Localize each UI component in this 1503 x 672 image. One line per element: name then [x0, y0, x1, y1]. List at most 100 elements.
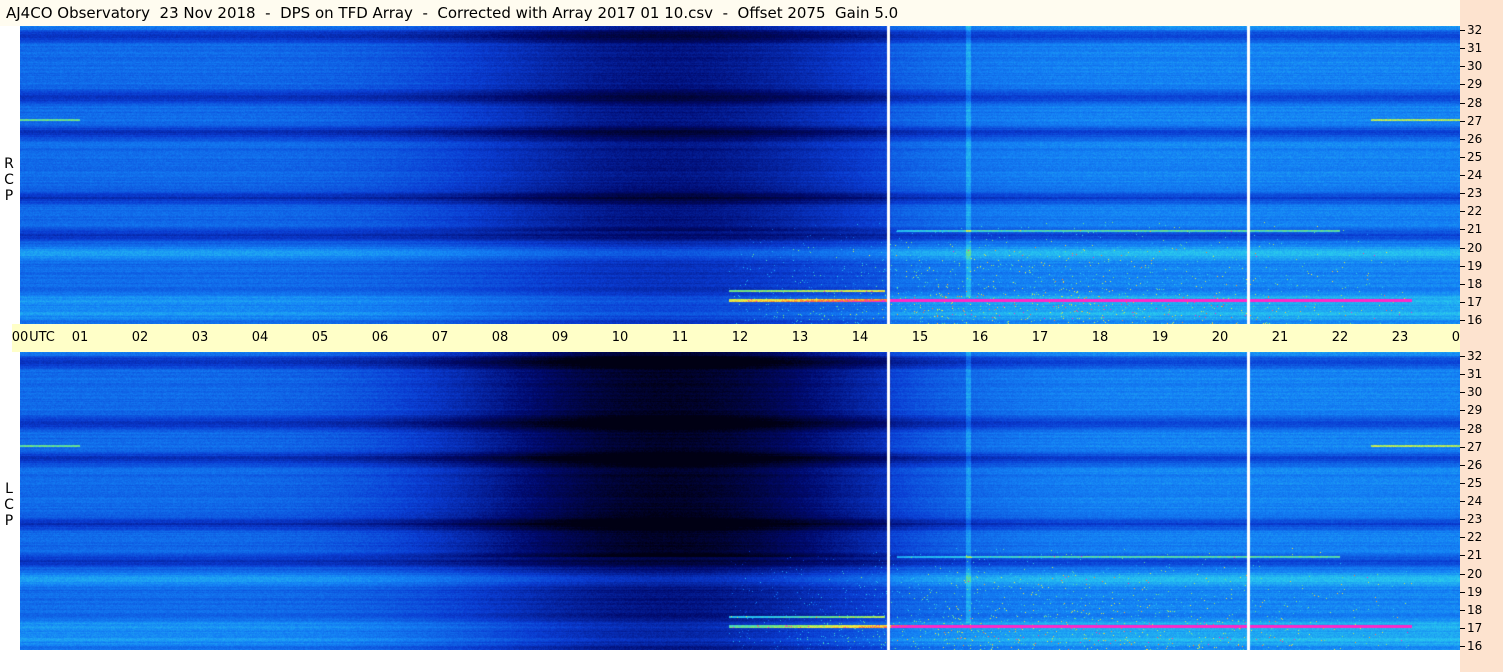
frequency-tick-label: 29 [1467, 77, 1483, 92]
frequency-tick-label: 18 [1467, 602, 1483, 617]
frequency-tick [1460, 283, 1465, 285]
frequency-tick-label: 21 [1467, 548, 1483, 563]
frequency-tick-label: 27 [1467, 113, 1483, 128]
frequency-tick [1460, 519, 1465, 521]
lcp-label: L C P [4, 481, 14, 529]
time-tick-label: 07 [431, 330, 449, 345]
time-tick-label: 18 [1091, 330, 1109, 345]
time-tick-label: 17 [1031, 330, 1049, 345]
time-tick-label: 23 [1391, 330, 1409, 345]
frequency-tick [1460, 591, 1465, 593]
time-tick-label: 11 [671, 330, 689, 345]
frequency-tick-label: 17 [1467, 620, 1483, 635]
time-tick-label: 00 [11, 330, 29, 345]
frequency-tick [1460, 156, 1465, 158]
frequency-tick-label: 25 [1467, 475, 1483, 490]
time-tick-label: 21 [1271, 330, 1289, 345]
frequency-tick-label: 18 [1467, 276, 1483, 291]
frequency-tick [1460, 646, 1465, 647]
time-tick-label: 04 [251, 330, 269, 345]
frequency-tick [1460, 464, 1465, 466]
lcp-frequency-axis: 16 17 18 19 20 21 22 23 24 25 26 27 28 29 30 31 32 [1460, 349, 1503, 653]
rcp-spectrogram [20, 26, 1460, 324]
time-tick-label: 20 [1211, 330, 1229, 345]
frequency-tick-label: 23 [1467, 186, 1483, 201]
frequency-tick-label: 24 [1467, 494, 1483, 508]
rcp-label: R C P [4, 156, 14, 204]
time-tick-label: 15 [911, 330, 929, 345]
frequency-tick-label: 26 [1467, 131, 1483, 146]
time-tick-label: 10 [611, 330, 629, 345]
time-tick-label: 22 [1331, 330, 1349, 345]
frequency-tick-label: 31 [1467, 367, 1483, 382]
frequency-tick-label: 30 [1467, 385, 1483, 400]
bottom-margin [0, 650, 1460, 672]
frequency-tick [1460, 175, 1465, 176]
frequency-tick-label: 28 [1467, 421, 1483, 436]
frequency-tick [1460, 138, 1465, 140]
time-tick-label: 02 [131, 330, 149, 345]
time-tick-label: UTC [29, 330, 55, 345]
rcp-frequency-axis: 16 17 18 19 20 21 22 23 24 25 26 27 28 29 30 31 32 [1460, 23, 1503, 327]
time-tick-label: 19 [1151, 330, 1169, 345]
frequency-tick [1460, 102, 1465, 104]
frequency-tick [1460, 247, 1465, 249]
frequency-tick-label: 20 [1467, 240, 1483, 255]
frequency-tick [1460, 410, 1465, 412]
frequency-tick [1460, 356, 1465, 357]
frequency-tick-label: 17 [1467, 294, 1483, 309]
frequency-tick-label: 22 [1467, 530, 1483, 545]
frequency-tick [1460, 627, 1465, 629]
frequency-tick-label: 28 [1467, 95, 1483, 110]
frequency-tick [1460, 573, 1465, 575]
frequency-tick [1460, 501, 1465, 502]
chart-title: AJ4CO Observatory 23 Nov 2018 - DPS on T… [6, 4, 899, 22]
frequency-tick-label: 23 [1467, 512, 1483, 527]
frequency-tick-label: 32 [1467, 23, 1483, 37]
frequency-tick [1460, 193, 1465, 195]
frequency-tick-label: 16 [1467, 639, 1483, 653]
frequency-tick [1460, 211, 1465, 213]
frequency-tick [1460, 428, 1465, 430]
frequency-tick [1460, 392, 1465, 394]
frequency-tick-label: 19 [1467, 584, 1483, 599]
frequency-tick [1460, 555, 1465, 557]
frequency-tick-label: 19 [1467, 258, 1483, 273]
time-tick-label: 06 [371, 330, 389, 345]
time-tick-label: 03 [191, 330, 209, 345]
frequency-tick [1460, 48, 1465, 50]
frequency-tick [1460, 320, 1465, 321]
frequency-tick-label: 26 [1467, 457, 1483, 472]
time-tick-label: 13 [791, 330, 809, 345]
frequency-tick [1460, 537, 1465, 539]
time-tick-label: 09 [551, 330, 569, 345]
title-bar: AJ4CO Observatory 23 Nov 2018 - DPS on T… [0, 0, 1460, 26]
frequency-tick-label: 22 [1467, 204, 1483, 219]
frequency-tick [1460, 374, 1465, 376]
time-tick-label: 14 [851, 330, 869, 345]
frequency-tick-label: 25 [1467, 149, 1483, 164]
frequency-tick-label: 30 [1467, 59, 1483, 74]
frequency-tick [1460, 265, 1465, 267]
frequency-tick-label: 21 [1467, 222, 1483, 237]
frequency-tick-label: 27 [1467, 439, 1483, 454]
time-tick-label: 05 [311, 330, 329, 345]
frequency-tick-label: 29 [1467, 403, 1483, 418]
frequency-tick-label: 16 [1467, 313, 1483, 327]
frequency-tick [1460, 482, 1465, 484]
frequency-tick [1460, 120, 1465, 122]
time-tick-label: 12 [731, 330, 749, 345]
time-tick-label: 08 [491, 330, 509, 345]
frequency-tick [1460, 66, 1465, 68]
frequency-tick [1460, 229, 1465, 231]
frequency-tick [1460, 609, 1465, 611]
frequency-tick [1460, 30, 1465, 31]
time-tick-label: 16 [971, 330, 989, 345]
frequency-tick [1460, 446, 1465, 448]
frequency-tick-label: 24 [1467, 168, 1483, 182]
frequency-tick [1460, 301, 1465, 303]
frequency-tick-label: 32 [1467, 349, 1483, 363]
frequency-tick [1460, 84, 1465, 86]
lcp-spectrogram [20, 352, 1460, 650]
time-tick-label: 01 [71, 330, 89, 345]
